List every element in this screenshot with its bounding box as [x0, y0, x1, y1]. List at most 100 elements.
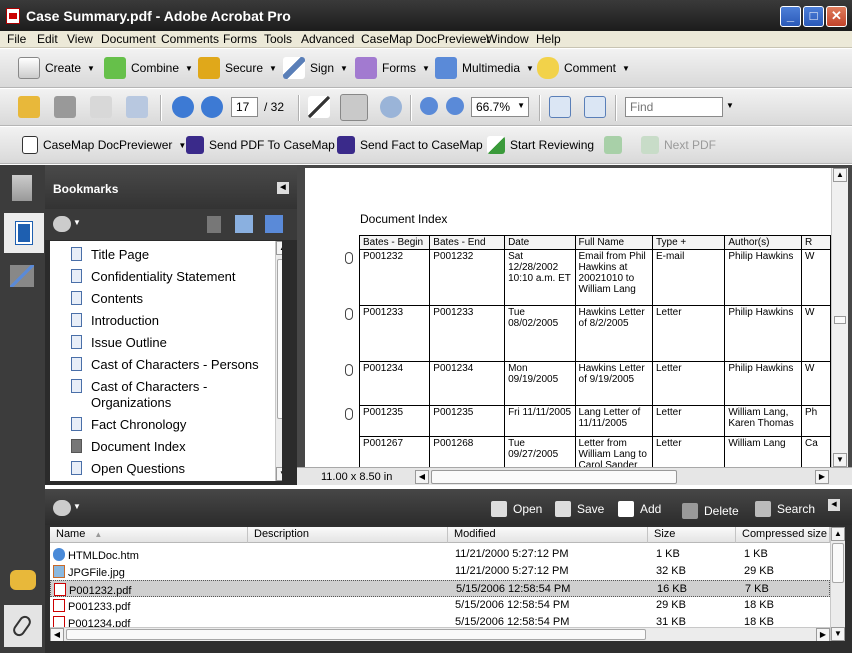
comments-icon[interactable]	[10, 570, 36, 590]
attachments-tab[interactable]	[4, 605, 42, 647]
create-button[interactable]: Create ▼	[18, 57, 95, 79]
bookmarks-tab[interactable]	[4, 213, 44, 253]
open-attachment-button[interactable]: Open	[491, 501, 542, 517]
document-vertical-scrollbar[interactable]: ▲ ▼	[831, 168, 848, 467]
select-cursor-icon[interactable]	[308, 96, 330, 118]
open-folder-icon[interactable]	[18, 96, 40, 118]
attachment-row[interactable]: P001233.pdf 5/15/2006 12:58:54 PM 29 KB …	[50, 597, 830, 614]
bookmark-item[interactable]: Document Index	[71, 439, 186, 455]
minimize-button[interactable]: _	[780, 6, 801, 27]
save-attachment-button[interactable]: Save	[555, 501, 604, 517]
menu-comments[interactable]: Comments	[161, 32, 219, 46]
menu-view[interactable]: View	[67, 32, 93, 46]
collapse-panel-icon[interactable]: ◀	[277, 182, 289, 194]
collapse-panel-icon[interactable]: ◀	[828, 499, 840, 511]
column-header-compressed-size[interactable]: Compressed size	[736, 527, 830, 543]
bookmark-item[interactable]: Fact Chronology	[71, 417, 186, 433]
attachment-paperclip-icon[interactable]	[345, 364, 353, 376]
next-page-arrow-icon[interactable]	[201, 96, 223, 118]
zoom-in-icon[interactable]	[446, 97, 464, 115]
multimedia-button[interactable]: Multimedia ▼	[435, 57, 534, 79]
hand-tool-icon[interactable]	[340, 94, 368, 121]
new-bookmark-icon[interactable]	[235, 215, 253, 233]
menu-tools[interactable]: Tools	[264, 32, 292, 46]
maximize-button[interactable]: □	[803, 6, 824, 27]
fit-width-icon[interactable]	[549, 96, 571, 118]
send-pdf-to-casemap-button[interactable]: Send PDF To CaseMap	[186, 136, 335, 154]
column-header-description[interactable]: Description	[248, 527, 448, 543]
menu-forms[interactable]: Forms	[223, 32, 257, 46]
find-input[interactable]	[625, 97, 723, 117]
scroll-thumb[interactable]	[832, 543, 844, 583]
delete-attachment-button[interactable]: Delete	[682, 503, 739, 519]
options-chevron-down-icon[interactable]: ▼	[73, 218, 81, 227]
scroll-right-icon[interactable]: ▶	[816, 628, 830, 641]
pages-icon[interactable]	[12, 175, 32, 201]
email-icon[interactable]	[126, 96, 148, 118]
options-gear-icon[interactable]	[53, 500, 71, 516]
send-fact-to-casemap-button[interactable]: Send Fact to CaseMap	[337, 136, 483, 154]
attachment-row[interactable]: JPGFile.jpg 11/21/2000 5:27:12 PM 32 KB …	[50, 563, 830, 580]
attachments-vertical-scrollbar[interactable]: ▲ ▼	[830, 527, 845, 641]
zoom-level-select[interactable]: 66.7% ▼	[471, 97, 529, 117]
zoom-out-icon[interactable]	[420, 97, 438, 115]
add-attachment-button[interactable]: Add	[618, 501, 661, 517]
casemap-docpreviewer-button[interactable]: CaseMap DocPreviewer ▼	[22, 136, 186, 154]
bookmark-item[interactable]: Open Questions	[71, 461, 185, 477]
scroll-down-icon[interactable]: ▼	[276, 467, 282, 481]
start-reviewing-button[interactable]: Start Reviewing	[487, 136, 594, 154]
zoom-tool-icon[interactable]	[380, 96, 402, 118]
scroll-left-icon[interactable]: ◀	[415, 470, 429, 484]
signatures-icon[interactable]	[10, 265, 34, 287]
bookmark-item[interactable]: Confidentiality Statement	[71, 269, 236, 285]
scroll-thumb[interactable]	[277, 259, 282, 419]
attachment-paperclip-icon[interactable]	[345, 408, 353, 420]
scroll-up-icon[interactable]: ▲	[276, 241, 282, 255]
menu-window[interactable]: Window	[486, 32, 529, 46]
scroll-thumb[interactable]	[834, 316, 846, 324]
bookmark-item[interactable]: Contents	[71, 291, 143, 307]
close-button[interactable]: ✕	[826, 6, 847, 27]
attachments-horizontal-scrollbar[interactable]: ◀ ▶	[50, 627, 830, 641]
bookmarks-scrollbar[interactable]: ▲ ▼	[275, 241, 282, 481]
horizontal-scroll-thumb[interactable]	[431, 470, 677, 484]
attachment-row-selected[interactable]: P001232.pdf 5/15/2006 12:58:54 PM 16 KB …	[50, 580, 830, 597]
scroll-up-icon[interactable]: ▲	[833, 168, 847, 182]
bookmark-item[interactable]: Issue Outline	[71, 335, 167, 351]
menu-help[interactable]: Help	[536, 32, 561, 46]
scroll-down-icon[interactable]: ▼	[833, 453, 847, 467]
attachment-paperclip-icon[interactable]	[345, 252, 353, 264]
options-chevron-down-icon[interactable]: ▼	[73, 502, 81, 511]
menu-document[interactable]: Document	[101, 32, 156, 46]
column-header-size[interactable]: Size	[648, 527, 736, 543]
scroll-thumb[interactable]	[66, 629, 646, 640]
combine-button[interactable]: Combine ▼	[104, 57, 193, 79]
expand-bookmark-icon[interactable]	[265, 215, 283, 233]
column-header-modified[interactable]: Modified	[448, 527, 648, 543]
find-options-chevron-down-icon[interactable]: ▼	[726, 101, 734, 110]
menu-file[interactable]: File	[7, 32, 26, 46]
scroll-left-icon[interactable]: ◀	[50, 628, 64, 641]
bookmark-item[interactable]: Cast of Characters - Organizations	[71, 379, 251, 411]
page-number-input[interactable]: 17	[231, 97, 258, 117]
previous-page-arrow-icon[interactable]	[172, 96, 194, 118]
search-attachments-button[interactable]: Search	[755, 501, 815, 517]
column-header-name[interactable]: Name ▲	[50, 527, 248, 543]
bookmark-item[interactable]: Introduction	[71, 313, 159, 329]
attachment-row[interactable]: HTMLDoc.htm 11/21/2000 5:27:12 PM 1 KB 1…	[50, 546, 830, 563]
print-icon[interactable]	[54, 96, 76, 118]
sign-button[interactable]: Sign ▼	[283, 57, 348, 79]
scroll-up-icon[interactable]: ▲	[831, 527, 845, 541]
attachment-paperclip-icon[interactable]	[345, 308, 353, 320]
scroll-right-icon[interactable]: ▶	[815, 470, 829, 484]
options-gear-icon[interactable]	[53, 216, 71, 232]
comment-button[interactable]: Comment ▼	[537, 57, 630, 79]
bookmark-item[interactable]: Title Page	[71, 247, 149, 263]
menu-advanced[interactable]: Advanced	[301, 32, 354, 46]
secure-button[interactable]: Secure ▼	[198, 57, 277, 79]
forms-button[interactable]: Forms ▼	[355, 57, 430, 79]
scroll-down-icon[interactable]: ▼	[831, 627, 845, 641]
fit-page-icon[interactable]	[584, 96, 606, 118]
bookmark-item[interactable]: Cast of Characters - Persons	[71, 357, 259, 373]
menu-edit[interactable]: Edit	[37, 32, 58, 46]
